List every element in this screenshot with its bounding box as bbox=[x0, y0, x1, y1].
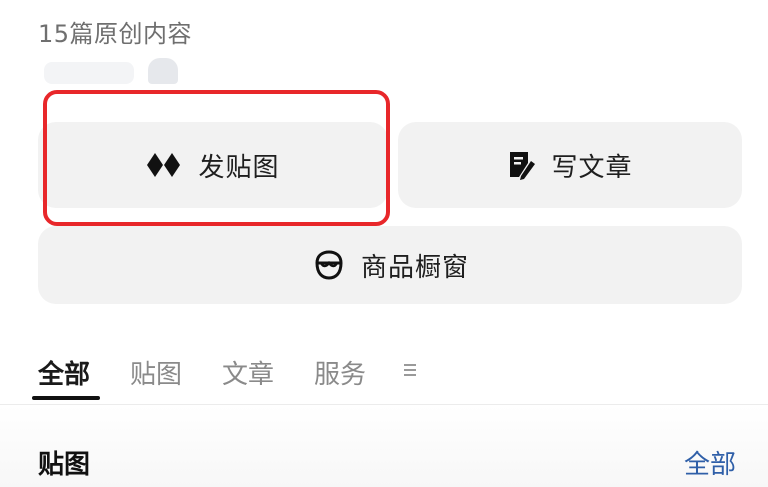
content-tabs: 全部 贴图 文章 服务 bbox=[38, 352, 406, 392]
tab-all[interactable]: 全部 bbox=[38, 354, 90, 391]
section-header bbox=[0, 405, 768, 487]
post-image-label: 发贴图 bbox=[198, 152, 280, 183]
menu-lines-icon[interactable] bbox=[402, 358, 418, 382]
post-image-button[interactable]: 发贴图 bbox=[38, 122, 388, 208]
shop-window-label: 商品橱窗 bbox=[360, 252, 469, 283]
write-article-button[interactable]: 写文章 bbox=[398, 122, 742, 208]
shop-face-icon bbox=[311, 249, 347, 281]
tab-articles[interactable]: 文章 bbox=[222, 354, 274, 391]
shop-window-button[interactable]: 商品橱窗 bbox=[38, 226, 742, 304]
diamond-pair-icon bbox=[146, 151, 184, 179]
view-all-link[interactable]: 全部 bbox=[684, 444, 736, 481]
original-count-text: 15篇原创内容 bbox=[38, 20, 193, 48]
tab-services[interactable]: 服务 bbox=[314, 354, 366, 391]
write-article-label: 写文章 bbox=[551, 152, 633, 183]
blurred-placeholder bbox=[148, 58, 178, 84]
tab-images[interactable]: 贴图 bbox=[130, 354, 182, 391]
note-pen-icon bbox=[507, 149, 537, 181]
active-tab-indicator bbox=[32, 396, 100, 400]
blurred-placeholder bbox=[44, 62, 134, 84]
section-title: 贴图 bbox=[38, 450, 91, 480]
